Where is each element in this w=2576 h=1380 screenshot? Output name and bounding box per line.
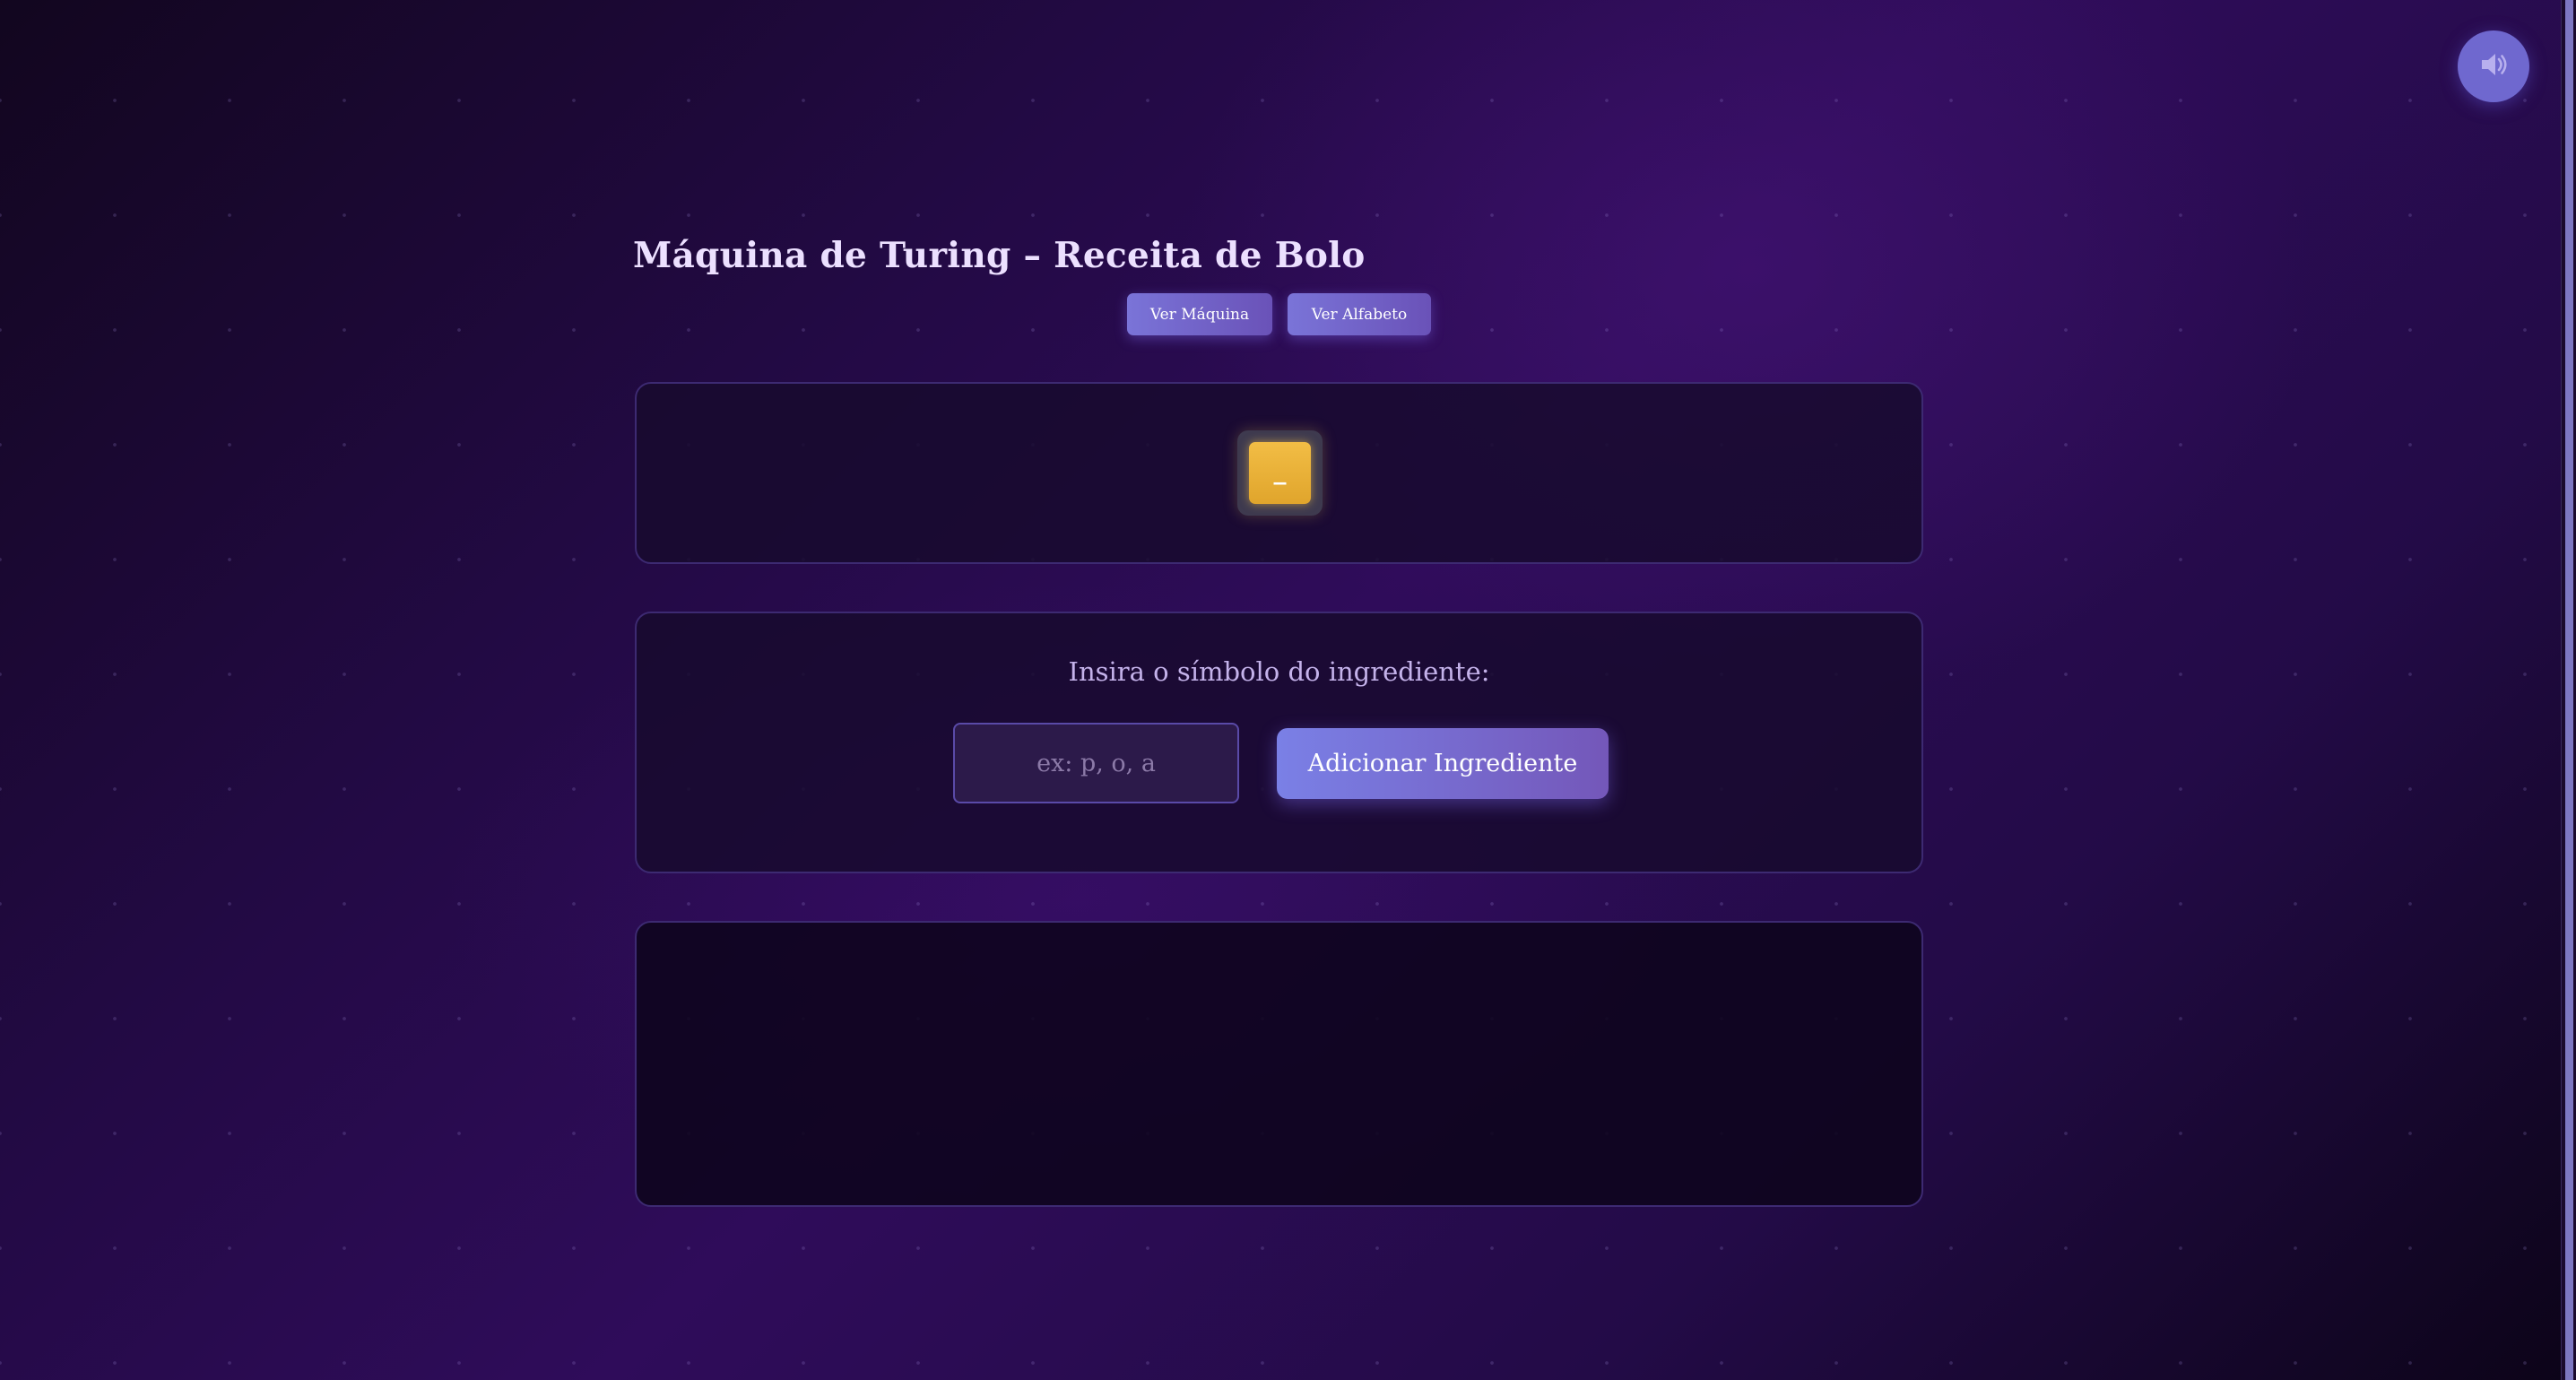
view-machine-button[interactable]: Ver Máquina	[1127, 293, 1272, 335]
tape-cell: _	[1249, 442, 1311, 504]
ingredient-form: Insira o símbolo do ingrediente: Adicion…	[635, 612, 1923, 873]
sound-toggle-button[interactable]	[2458, 30, 2529, 102]
scrollbar-thumb[interactable]	[2565, 0, 2573, 1380]
page-title: Máquina de Turing – Receita de Bolo	[633, 235, 1366, 276]
scrollbar[interactable]	[2561, 0, 2576, 1380]
tape-head: _	[1237, 430, 1323, 516]
view-buttons: Ver Máquina Ver Alfabeto	[1127, 293, 1431, 335]
tape-panel: _	[635, 382, 1923, 564]
view-alphabet-button[interactable]: Ver Alfabeto	[1288, 293, 1431, 335]
output-panel	[635, 921, 1923, 1207]
speaker-volume-icon	[2476, 47, 2511, 86]
ingredient-symbol-input[interactable]	[953, 723, 1239, 803]
add-ingredient-button[interactable]: Adicionar Ingrediente	[1277, 728, 1609, 799]
ingredient-prompt: Insira o símbolo do ingrediente:	[1068, 656, 1490, 687]
